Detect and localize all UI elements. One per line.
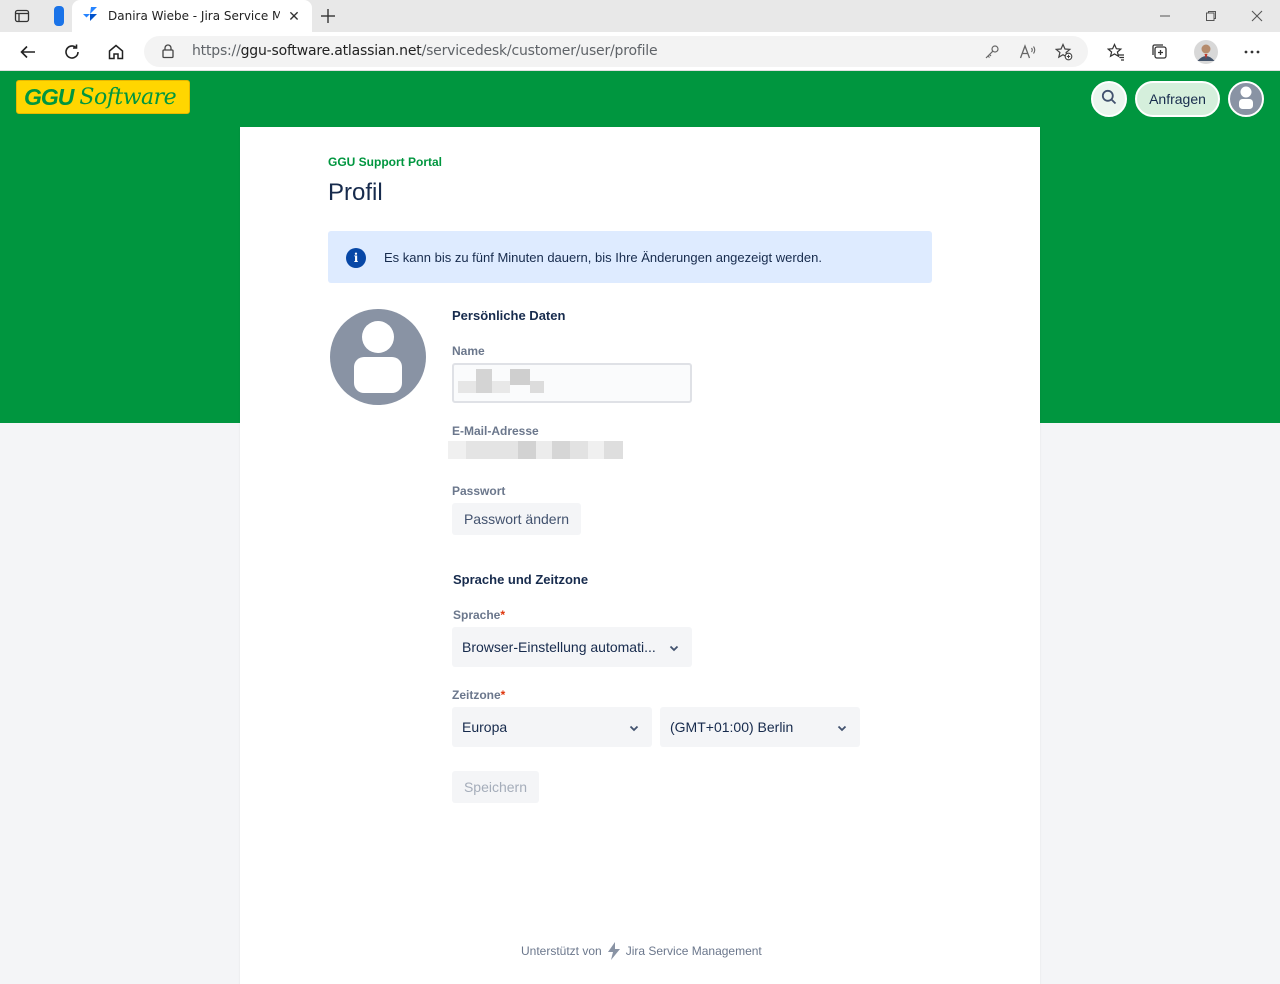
profile-menu-avatar[interactable]	[1228, 81, 1264, 117]
home-icon[interactable]	[104, 40, 128, 64]
info-message: Es kann bis zu fünf Minuten dauern, bis …	[384, 250, 822, 265]
address-bar[interactable]: https://ggu-software.atlassian.net/servi…	[144, 36, 1088, 67]
timezone-city-value: (GMT+01:00) Berlin	[670, 719, 794, 735]
save-button[interactable]: Speichern	[452, 771, 539, 803]
timezone-region-value: Europa	[462, 719, 508, 735]
collections-icon[interactable]	[1148, 40, 1172, 64]
required-marker: *	[500, 608, 506, 622]
browser-toolbar: https://ggu-software.atlassian.net/servi…	[0, 32, 1280, 71]
tab-title: Danira Wiebe - Jira Service Management	[108, 9, 280, 23]
info-banner: i Es kann bis zu fünf Minuten dauern, bi…	[328, 231, 932, 283]
jira-favicon-icon	[82, 6, 98, 27]
powered-by-text: Unterstützt von	[521, 944, 602, 958]
change-password-button[interactable]: Passwort ändern	[452, 503, 581, 535]
info-icon: i	[346, 248, 366, 268]
search-button[interactable]	[1091, 81, 1127, 117]
reload-icon[interactable]	[60, 40, 84, 64]
new-tab-icon[interactable]	[318, 6, 338, 26]
name-label: Name	[452, 344, 485, 358]
add-favorite-icon[interactable]	[1054, 42, 1074, 62]
more-options-icon[interactable]	[1240, 40, 1264, 64]
user-avatar-icon	[1230, 83, 1262, 115]
read-aloud-icon[interactable]	[1018, 42, 1038, 62]
chevron-down-icon	[628, 721, 640, 733]
timezone-label-text: Zeitzone	[452, 688, 501, 702]
minimize-window-icon[interactable]	[1142, 4, 1188, 28]
back-arrow-icon[interactable]	[16, 40, 40, 64]
chevron-down-icon	[668, 641, 680, 653]
language-timezone-heading: Sprache und Zeitzone	[453, 572, 589, 587]
logo-ggu-text: GGU	[24, 83, 74, 110]
personal-data-heading: Persönliche Daten	[452, 308, 566, 323]
timezone-label: Zeitzone*	[452, 688, 505, 702]
url-path: /servicedesk/customer/user/profile	[421, 43, 658, 59]
lock-icon[interactable]	[160, 43, 176, 59]
page-title: Profil	[328, 179, 383, 206]
restore-window-icon[interactable]	[1188, 4, 1234, 28]
favorites-icon[interactable]	[1104, 40, 1128, 64]
powered-by-footer: Unterstützt von Jira Service Management	[521, 942, 762, 960]
tab-actions-icon[interactable]	[12, 6, 32, 26]
email-label: E-Mail-Adresse	[452, 424, 539, 438]
requests-button[interactable]: Anfragen	[1135, 81, 1220, 117]
logo-software-text: Software	[79, 84, 177, 110]
browser-tab-bar: Danira Wiebe - Jira Service Management ✕	[0, 0, 1280, 32]
workspaces-icon[interactable]	[50, 4, 68, 28]
language-select[interactable]: Browser-Einstellung automati...	[452, 627, 692, 667]
name-input[interactable]	[452, 363, 692, 403]
language-select-value: Browser-Einstellung automati...	[462, 639, 656, 655]
chevron-down-icon	[836, 721, 848, 733]
portal-breadcrumb-link[interactable]: GGU Support Portal	[328, 155, 442, 169]
timezone-city-select[interactable]: (GMT+01:00) Berlin	[660, 707, 860, 747]
close-window-icon[interactable]	[1234, 4, 1280, 28]
browser-tab-active[interactable]: Danira Wiebe - Jira Service Management ✕	[72, 0, 312, 32]
profile-avatar[interactable]	[330, 309, 426, 405]
language-label: Sprache*	[453, 608, 505, 622]
search-icon	[1101, 89, 1117, 110]
language-label-text: Sprache	[453, 608, 501, 622]
required-marker: *	[500, 688, 506, 702]
url-text[interactable]: https://ggu-software.atlassian.net/servi…	[192, 43, 658, 59]
timezone-region-select[interactable]: Europa	[452, 707, 652, 747]
tab-close-icon[interactable]: ✕	[286, 8, 302, 24]
password-label: Passwort	[452, 484, 506, 498]
user-profile-avatar[interactable]	[1194, 40, 1218, 64]
url-scheme: https://	[192, 43, 241, 59]
key-icon[interactable]	[982, 42, 1002, 62]
powered-by-product-link[interactable]: Jira Service Management	[626, 944, 762, 958]
ggu-software-logo[interactable]: GGU Software	[16, 80, 190, 114]
url-host: ggu-software.atlassian.net	[240, 43, 422, 59]
jira-service-management-icon	[606, 942, 622, 960]
